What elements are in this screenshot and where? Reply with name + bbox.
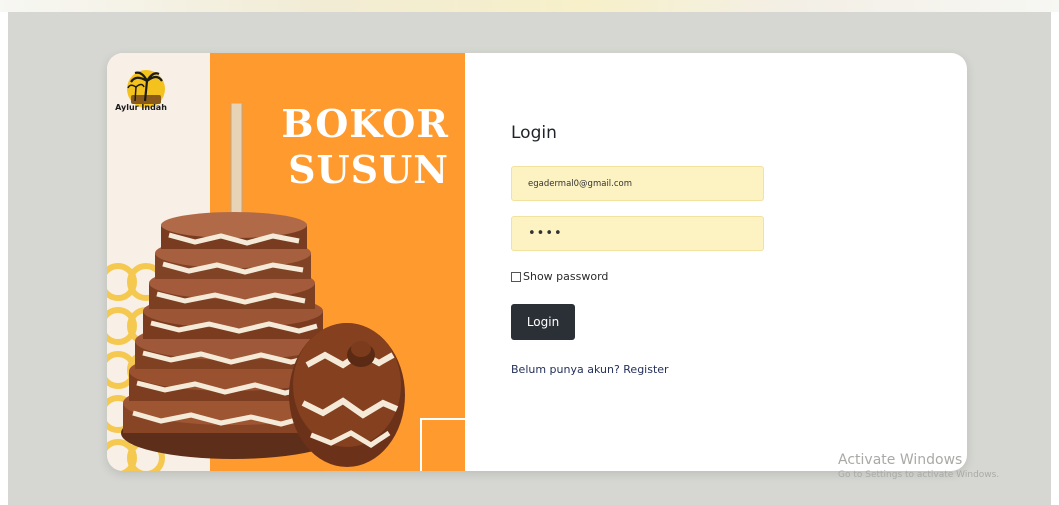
password-field[interactable]	[511, 216, 764, 251]
hero-frame-decoration	[420, 418, 465, 471]
show-password-toggle[interactable]: Show password	[511, 270, 608, 283]
login-button[interactable]: Login	[511, 304, 575, 340]
top-backdrop-strip	[0, 0, 1059, 12]
login-form: Login Show password Login Belum punya ak…	[511, 53, 967, 471]
email-field[interactable]	[511, 166, 764, 201]
checkbox-icon[interactable]	[511, 271, 521, 282]
activate-windows-watermark: Activate Windows Go to Settings to activ…	[838, 452, 999, 480]
show-password-label: Show password	[523, 270, 609, 283]
login-card: Aylur Indah BOKOR SUSUN Login egadermal0…	[107, 53, 967, 471]
login-title: Login	[511, 123, 557, 143]
bokor-susun-pottery-image	[121, 103, 405, 467]
hero-panel: Aylur Indah BOKOR SUSUN	[107, 53, 465, 471]
watermark-line2: Go to Settings to activate Windows.	[838, 470, 1000, 480]
register-link[interactable]: Belum punya akun? Register	[511, 363, 669, 376]
watermark-line1: Activate Windows	[838, 452, 963, 468]
